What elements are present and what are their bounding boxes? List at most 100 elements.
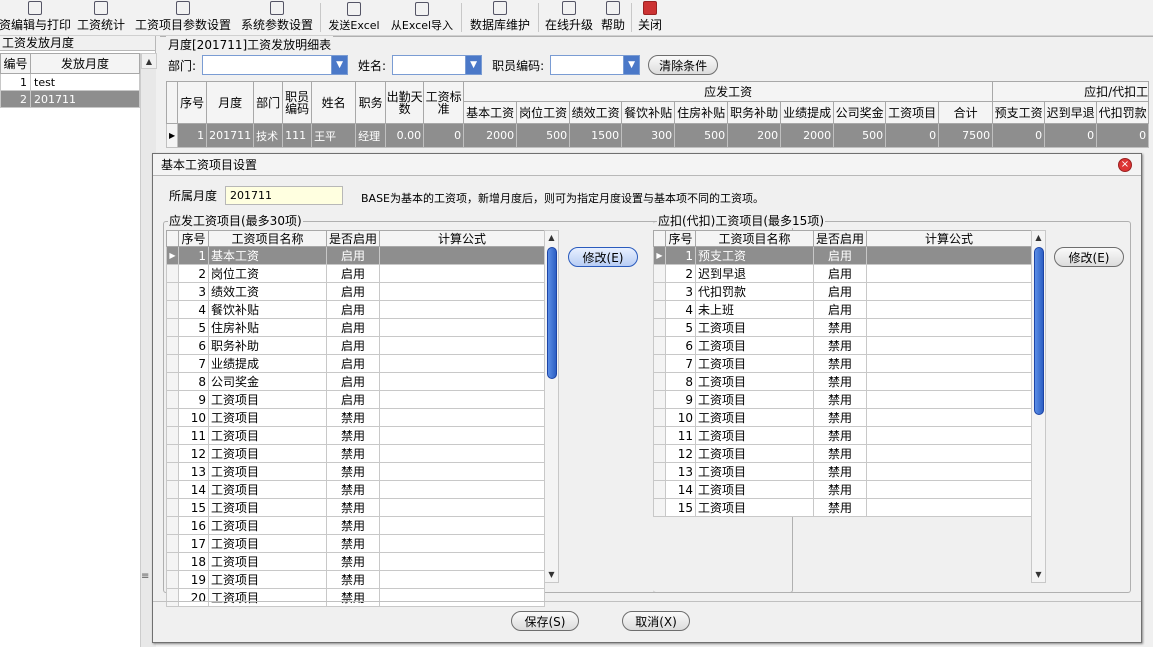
cell-formula[interactable] [866, 372, 1032, 391]
cell-item-name[interactable]: 岗位工资 [208, 264, 327, 283]
cell-basic-salary[interactable]: 2000 [463, 123, 518, 148]
col-header-employee-code[interactable]: 职员编码 [282, 81, 313, 124]
cell-enabled[interactable]: 启用 [813, 282, 867, 301]
cell-seq[interactable]: 1 [665, 246, 696, 265]
table-row[interactable]: 13 工资项目 禁用 [166, 462, 545, 481]
table-row[interactable]: 5 住房补贴 启用 [166, 318, 545, 337]
cell-company-bonus[interactable]: 500 [833, 123, 887, 148]
table-row[interactable]: 3 代扣罚款 启用 [653, 282, 1032, 301]
table-row[interactable]: 18 工资项目 禁用 [166, 552, 545, 571]
cell-seq[interactable]: 2 [665, 264, 696, 283]
table-row[interactable]: 8 工资项目 禁用 [653, 372, 1032, 391]
dept-select[interactable]: ▼ [202, 55, 349, 75]
col-header-meal-allowance[interactable]: 餐饮补贴 [621, 101, 676, 124]
col-header-seq[interactable]: 序号 [665, 230, 696, 247]
cell-seq[interactable]: 11 [178, 426, 209, 445]
cell-item-name[interactable]: 职务补助 [208, 336, 327, 355]
col-header-advance-salary[interactable]: 预支工资 [992, 101, 1046, 124]
cell-item-name[interactable]: 工资项目 [208, 444, 327, 463]
table-row[interactable]: 14 工资项目 禁用 [166, 480, 545, 499]
col-header-basic-salary[interactable]: 基本工资 [463, 101, 518, 124]
salary-stats-button[interactable]: 工资统计 [72, 0, 130, 35]
cell-item-name[interactable]: 工资项目 [208, 570, 327, 589]
table-row[interactable]: 11 工资项目 禁用 [166, 426, 545, 445]
table-row[interactable]: 15 工资项目 禁用 [166, 498, 545, 517]
close-button[interactable]: 关闭 [634, 0, 666, 35]
cell-enabled[interactable]: 禁用 [813, 462, 867, 481]
table-row[interactable]: 10 工资项目 禁用 [166, 408, 545, 427]
col-header-month[interactable]: 发放月度 [30, 53, 140, 74]
cell-enabled[interactable]: 禁用 [813, 372, 867, 391]
table-row[interactable]: 5 工资项目 禁用 [653, 318, 1032, 337]
cell-seq[interactable]: 19 [178, 570, 209, 589]
cell-post-salary[interactable]: 500 [516, 123, 571, 148]
col-header-name[interactable]: 姓名 [311, 81, 357, 124]
cell-enabled[interactable]: 禁用 [326, 408, 380, 427]
cell-enabled[interactable]: 禁用 [326, 516, 380, 535]
cell-item-name[interactable]: 基本工资 [208, 246, 327, 265]
table-row[interactable]: 1 test [0, 73, 140, 91]
cell-housing-allowance[interactable]: 500 [674, 123, 729, 148]
col-header-attendance-days[interactable]: 出勤天数 [385, 81, 425, 124]
cell-seq[interactable]: 13 [665, 462, 696, 481]
cell-formula[interactable] [379, 246, 545, 265]
table-row[interactable]: ▶ 1 基本工资 启用 [166, 246, 545, 265]
table-row[interactable]: 7 业绩提成 启用 [166, 354, 545, 373]
system-params-button[interactable]: 系统参数设置 [236, 0, 318, 35]
cell-enabled[interactable]: 禁用 [326, 552, 380, 571]
col-header-late-early[interactable]: 迟到早退 [1044, 101, 1098, 124]
cell-position[interactable]: 经理 [355, 123, 387, 148]
splitter-grip-icon[interactable]: ≡ [141, 571, 149, 582]
cell-enabled[interactable]: 禁用 [813, 426, 867, 445]
cell-enabled[interactable]: 禁用 [813, 336, 867, 355]
table-row[interactable]: ▶ 1 预支工资 启用 [653, 246, 1032, 265]
cell-seq[interactable]: 14 [178, 480, 209, 499]
cell-item-name[interactable]: 工资项目 [208, 552, 327, 571]
cell-formula[interactable] [866, 390, 1032, 409]
cell-enabled[interactable]: 禁用 [813, 318, 867, 337]
month-field[interactable]: 201711 [225, 186, 344, 205]
cell-attendance-days[interactable]: 0.00 [385, 123, 425, 148]
table-row[interactable]: 14 工资项目 禁用 [653, 480, 1032, 499]
cell-item-name[interactable]: 工资项目 [208, 426, 327, 445]
cell-seq[interactable]: 1 [178, 246, 209, 265]
cell-seq[interactable]: 12 [178, 444, 209, 463]
cell-item-name[interactable]: 工资项目 [695, 426, 814, 445]
col-header-performance-salary[interactable]: 绩效工资 [569, 101, 623, 124]
cell-formula[interactable] [866, 462, 1032, 481]
modify-deduct-button[interactable]: 修改(E) [1054, 247, 1124, 267]
cell-enabled[interactable]: 启用 [326, 336, 380, 355]
cell-enabled[interactable]: 启用 [326, 354, 380, 373]
col-header-duty-allowance[interactable]: 职务补助 [727, 101, 782, 124]
cell-seq[interactable]: 16 [178, 516, 209, 535]
cell-formula[interactable] [866, 282, 1032, 301]
cell-total[interactable]: 7500 [938, 123, 994, 148]
col-header-enabled[interactable]: 是否启用 [813, 230, 867, 247]
scroll-down-icon[interactable]: ▼ [1032, 568, 1045, 582]
col-header-position[interactable]: 职务 [355, 81, 387, 124]
table-row[interactable]: 12 工资项目 禁用 [653, 444, 1032, 463]
send-excel-button[interactable]: 发送Excel [323, 0, 385, 35]
table-row[interactable]: 11 工资项目 禁用 [653, 426, 1032, 445]
col-header-post-salary[interactable]: 岗位工资 [516, 101, 571, 124]
chevron-down-icon[interactable]: ▼ [623, 56, 640, 74]
cell-item-name[interactable]: 工资项目 [695, 480, 814, 499]
cell-formula[interactable] [379, 498, 545, 517]
cell-enabled[interactable]: 禁用 [326, 462, 380, 481]
cell-seq[interactable]: 8 [178, 372, 209, 391]
cell-item-name[interactable]: 住房补贴 [208, 318, 327, 337]
col-header-formula[interactable]: 计算公式 [379, 230, 545, 247]
cell-enabled[interactable]: 启用 [326, 282, 380, 301]
cell-seq[interactable]: 5 [665, 318, 696, 337]
cell-item-name[interactable]: 工资项目 [208, 480, 327, 499]
cell-item-name[interactable]: 工资项目 [695, 498, 814, 517]
cell-seq[interactable]: 5 [178, 318, 209, 337]
help-button[interactable]: 帮助 [597, 0, 629, 35]
cell-dept[interactable]: 技术 [253, 123, 284, 148]
table-row[interactable]: 2 201711 [0, 90, 140, 108]
cell-item-name[interactable]: 工资项目 [208, 516, 327, 535]
employee-code-select[interactable]: ▼ [550, 55, 641, 75]
col-header-housing-allowance[interactable]: 住房补贴 [674, 101, 729, 124]
cell-month[interactable]: 201711 [206, 123, 255, 148]
cell-salary-standard[interactable]: 0 [423, 123, 465, 148]
